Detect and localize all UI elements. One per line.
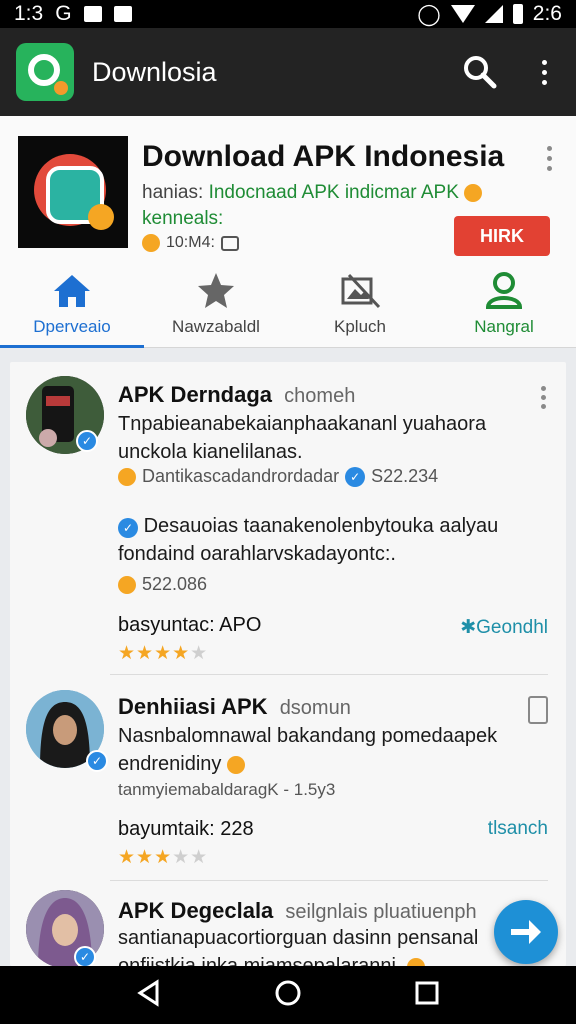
subtitle-value: Indocnaad APK indicmar APK xyxy=(208,182,459,203)
tab-profile[interactable]: Nangral xyxy=(432,266,576,347)
featured-meta-text: 10:M4: xyxy=(166,234,215,251)
post-subtitle: dsomun xyxy=(279,697,351,719)
post-count-text: 522.086 xyxy=(142,574,208,594)
battery-icon xyxy=(512,4,523,24)
share-fab-button[interactable] xyxy=(494,900,558,964)
post-meta-count: S22.234 xyxy=(371,466,439,486)
featured-more-icon[interactable] xyxy=(547,146,552,176)
post-more-icon[interactable] xyxy=(541,386,546,409)
post-text: Tnpabieanabekaianphaakananl yuahaora unc… xyxy=(118,413,487,463)
post-meta: tanmyiemabaldaragK - 1.5y3 xyxy=(118,780,336,799)
app-feed-list[interactable]: ✓ APK Derndaga chomeh Tnpabieanabekaianp… xyxy=(10,362,566,966)
post-text: Nasnbalomnawal bakandang pomedaapek endr… xyxy=(118,722,538,778)
tab-label: Nawzabaldl xyxy=(172,317,260,336)
signal-icon xyxy=(484,5,503,23)
status-time: 1:3 xyxy=(14,2,44,25)
post-count: 522.086 xyxy=(118,574,207,595)
tab-gallery[interactable]: Kpluch xyxy=(288,266,432,347)
post-meta: Dantikascadandrordadar ✓ S22.234 xyxy=(118,466,438,487)
back-button[interactable] xyxy=(135,978,163,1012)
featured-app-tagline: kenneals: xyxy=(142,208,224,229)
post-text-secondary: ✓ Desauoias taanakenolenbytouka aalyau f… xyxy=(118,512,538,568)
post-title-text: Denhiiasi APK xyxy=(118,694,268,719)
post-text-content: Nasnbalomnawal bakandang pomedaapek endr… xyxy=(118,725,498,775)
status-clock: 2:6 xyxy=(532,2,562,25)
post-meta-name: Dantikascadandrordadar xyxy=(142,466,340,486)
subtitle-label: hanias: xyxy=(142,182,204,203)
post-action-link[interactable]: ✱Geondhl xyxy=(460,616,548,639)
emoji-icon xyxy=(464,183,483,202)
screen-icon xyxy=(220,235,239,251)
verified-icon: ✓ xyxy=(345,466,366,487)
post-subtitle: seilgnlais pluatiuenph xyxy=(285,901,477,923)
more-vert-icon xyxy=(541,59,547,85)
app-bar: Downlosia xyxy=(0,28,576,116)
post-text2: Desauoias taanakenolenbytouka aalyau fon… xyxy=(118,515,499,565)
alarm-icon: ◯ xyxy=(417,2,441,26)
post-title: APK Degeclala seilgnlais pluatiuenph xyxy=(118,898,477,924)
post-text: santianapuacortiorguan dasinn pensanal o… xyxy=(118,924,498,966)
home-button[interactable] xyxy=(274,979,302,1012)
verified-badge-icon: ✓ xyxy=(74,946,96,966)
post-title: Denhiiasi APK dsomun xyxy=(118,694,351,720)
phone-icon[interactable] xyxy=(528,696,548,724)
star-icon xyxy=(198,273,234,308)
featured-app-card[interactable]: Download APK Indonesia hanias: Indocnaad… xyxy=(0,116,576,266)
search-button[interactable] xyxy=(448,40,512,104)
tab-label: Kpluch xyxy=(334,317,386,336)
verified-badge-icon: ✓ xyxy=(86,750,108,772)
overflow-menu-button[interactable] xyxy=(512,40,576,104)
rating-stars: ★★★★★ xyxy=(118,643,209,664)
image-icon xyxy=(113,6,132,22)
notification-icon xyxy=(83,6,102,22)
post-footer-label: basyuntac: APO xyxy=(118,614,262,636)
app-title: Downlosia xyxy=(92,56,217,87)
emoji-icon xyxy=(118,467,136,486)
post-title-text: APK Derndaga xyxy=(118,382,273,407)
back-icon xyxy=(137,978,159,1007)
tab-label: Nangral xyxy=(474,317,534,336)
emoji-icon xyxy=(142,234,160,252)
emoji-icon xyxy=(226,755,245,774)
status-carrier: G xyxy=(55,2,72,25)
person-icon xyxy=(485,272,523,309)
tab-top[interactable]: Nawzabaldl xyxy=(144,266,288,347)
emoji-icon xyxy=(407,957,426,966)
tab-home[interactable]: Dperveaio xyxy=(0,266,144,348)
recents-icon xyxy=(415,981,439,1004)
system-nav-bar xyxy=(0,966,576,1024)
featured-app-icon xyxy=(18,136,128,248)
app-logo-icon xyxy=(16,43,74,101)
divider xyxy=(110,674,548,675)
post-action-link[interactable]: tlsanch xyxy=(488,818,548,840)
post-title: APK Derndaga chomeh xyxy=(118,382,355,408)
featured-action-button[interactable]: HIRK xyxy=(454,216,550,256)
puzzle-icon: ✱ xyxy=(460,617,477,638)
post-title-text: APK Degeclala xyxy=(118,898,274,923)
home-circle-icon xyxy=(275,980,301,1005)
featured-app-meta: 10:M4: xyxy=(142,234,239,252)
status-bar: 1:3 G ◯ 2:6 xyxy=(0,0,576,28)
divider xyxy=(110,880,548,881)
emoji-icon xyxy=(118,575,136,594)
search-icon xyxy=(464,56,497,89)
rating-stars: ★★★★★ xyxy=(118,847,209,868)
post-subtitle: chomeh xyxy=(284,385,356,407)
verified-badge-icon: ✓ xyxy=(76,430,98,452)
tab-label: Dperveaio xyxy=(33,317,111,336)
arrow-right-icon xyxy=(511,920,541,944)
wifi-icon xyxy=(450,5,475,23)
verified-icon: ✓ xyxy=(118,518,138,538)
gallery-icon xyxy=(341,273,381,309)
post-text-content: santianapuacortiorguan dasinn pensanal o… xyxy=(118,927,479,966)
recents-button[interactable] xyxy=(413,979,441,1012)
home-icon xyxy=(54,275,90,307)
featured-app-title: Download APK Indonesia xyxy=(142,140,505,173)
post-footer-label: bayumtaik: 228 xyxy=(118,818,254,840)
featured-app-subtitle: hanias: Indocnaad APK indicmar APK xyxy=(142,182,483,204)
tab-bar: Dperveaio Nawzabaldl Kpluch Nangral xyxy=(0,266,576,348)
